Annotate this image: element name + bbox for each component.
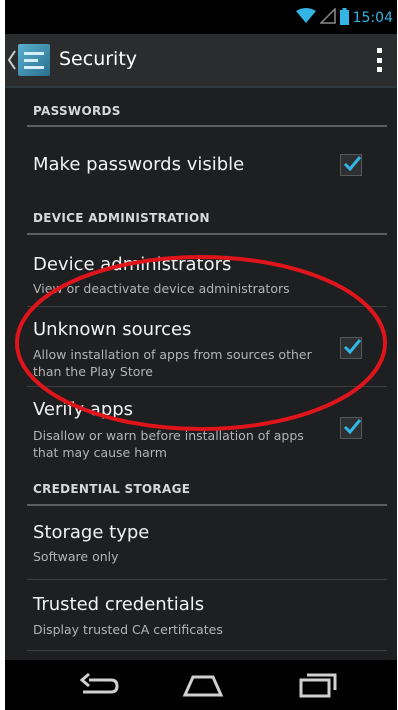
item-summary: Software only	[33, 549, 119, 564]
divider	[27, 579, 387, 580]
section-header-credential-storage: CREDENTIAL STORAGE	[33, 482, 191, 496]
recent-apps-icon[interactable]	[293, 668, 341, 702]
navigation-bar	[5, 660, 397, 710]
action-bar: Security	[5, 34, 397, 86]
status-clock: 15:04	[352, 10, 393, 26]
signal-icon	[318, 7, 336, 28]
item-title: Storage type	[33, 522, 150, 543]
divider	[27, 306, 387, 307]
item-title: Unknown sources	[33, 319, 192, 340]
section-header-passwords: PASSWORDS	[33, 104, 121, 118]
divider	[27, 386, 387, 387]
back-icon[interactable]	[75, 668, 123, 702]
divider	[27, 650, 387, 651]
back-caret-icon[interactable]	[7, 48, 17, 72]
home-icon[interactable]	[179, 668, 227, 702]
item-title: Verify apps	[33, 399, 134, 420]
unknown-sources-checkbox[interactable]	[340, 337, 362, 359]
item-title: Trusted credentials	[33, 594, 205, 615]
item-summary: Disallow or warn before installation of …	[33, 428, 304, 460]
item-summary: Display trusted CA certificates	[33, 622, 223, 637]
item-title: Make passwords visible	[33, 154, 245, 175]
action-bar-divider	[5, 86, 397, 88]
section-rule	[27, 125, 387, 127]
overflow-menu-icon[interactable]	[377, 48, 383, 72]
verify-apps-checkbox[interactable]	[340, 417, 362, 439]
item-title: Device administrators	[33, 254, 232, 275]
battery-icon	[339, 7, 349, 29]
android-screen: 15:04 Security PASSWORDS Make passwords …	[5, 0, 397, 710]
item-summary: Allow installation of apps from sources …	[33, 347, 312, 379]
section-header-device-administration: DEVICE ADMINISTRATION	[33, 211, 210, 225]
page-title: Security	[59, 48, 138, 70]
section-rule	[27, 233, 387, 235]
security-app-icon[interactable]	[18, 44, 50, 76]
item-summary: View or deactivate device administrators	[33, 281, 290, 296]
wifi-icon	[295, 8, 316, 28]
status-bar: 15:04	[5, 0, 397, 34]
section-rule	[27, 504, 387, 506]
make-passwords-visible-checkbox[interactable]	[340, 154, 362, 176]
